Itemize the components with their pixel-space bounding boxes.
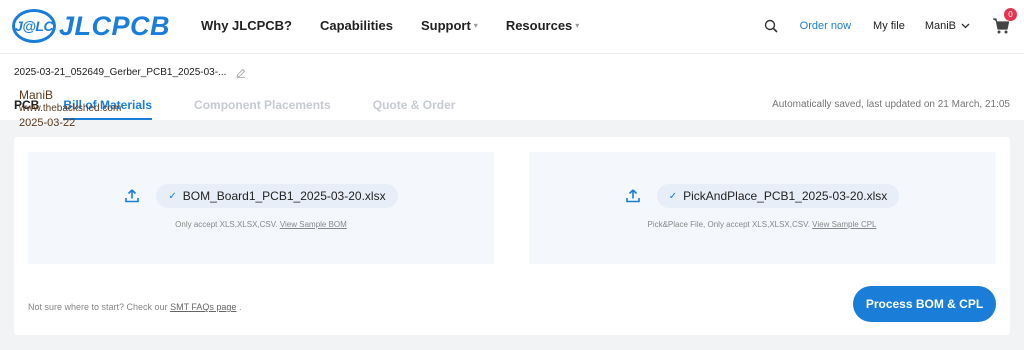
view-sample-bom-link[interactable]: View Sample BOM (280, 220, 347, 229)
nav-resources[interactable]: Resources ▾ (506, 18, 580, 33)
upload-icon[interactable] (625, 188, 641, 204)
tab-bill-of-materials[interactable]: Bill of Materials (63, 98, 153, 120)
file-header: 2025-03-21_052649_Gerber_PCB1_2025-03-..… (0, 54, 1024, 120)
bom-upload-hint: Only accept XLS,XLSX,CSV. View Sample BO… (28, 220, 494, 229)
cpl-upload-hint: Pick&Place File, Only accept XLS,XLSX,CS… (529, 220, 995, 229)
chevron-down-icon: ▾ (473, 21, 478, 30)
user-menu[interactable]: ManiB (925, 20, 970, 32)
bom-file-chip[interactable]: ✓ BOM_Board1_PCB1_2025-03-20.xlsx (156, 184, 398, 208)
nav-label: Capabilities (320, 18, 393, 33)
order-now-link[interactable]: Order now (800, 20, 851, 32)
cpl-upload-area[interactable]: ✓ PickAndPlace_PCB1_2025-03-20.xlsx Pick… (529, 152, 995, 264)
cpl-hint-text: Pick&Place File, Only accept XLS,XLSX,CS… (647, 220, 810, 229)
nav-label: Resources (505, 18, 573, 33)
my-file-link[interactable]: My file (873, 20, 905, 32)
search-icon[interactable] (764, 19, 778, 33)
nav-label: Support (420, 18, 471, 33)
smt-faqs-link[interactable]: SMT FAQs page (170, 302, 236, 312)
cpl-file-name: PickAndPlace_PCB1_2025-03-20.xlsx (683, 189, 888, 203)
chevron-down-icon (961, 23, 970, 29)
view-sample-cpl-link[interactable]: View Sample CPL (812, 220, 876, 229)
main-nav: Why JLCPCB? Capabilities Support ▾ Resou… (201, 18, 607, 33)
cart-count-badge: 0 (1004, 8, 1017, 21)
bom-upload-row: ✓ BOM_Board1_PCB1_2025-03-20.xlsx (28, 184, 494, 208)
nav-capabilities[interactable]: Capabilities (320, 18, 393, 33)
logo-mark: J@LC (12, 9, 56, 43)
jlcpcb-logo[interactable]: J@LC JLCPCB (12, 9, 170, 43)
cpl-file-chip[interactable]: ✓ PickAndPlace_PCB1_2025-03-20.xlsx (656, 184, 900, 208)
edit-pencil-icon[interactable] (236, 68, 246, 78)
autosave-status: Automatically saved, last updated on 21 … (772, 99, 1010, 110)
bom-file-name: BOM_Board1_PCB1_2025-03-20.xlsx (182, 189, 386, 203)
top-navigation: J@LC JLCPCB Why JLCPCB? Capabilities Sup… (0, 0, 1024, 54)
bom-card: ✓ BOM_Board1_PCB1_2025-03-20.xlsx Only a… (14, 137, 1010, 335)
step-tabs: PCB Bill of Materials Component Placemen… (14, 98, 497, 120)
chevron-down-icon: ▾ (575, 21, 580, 30)
cpl-upload-row: ✓ PickAndPlace_PCB1_2025-03-20.xlsx (529, 184, 995, 208)
help-note-text: Not sure where to start? Check our (28, 302, 168, 312)
check-icon: ✓ (668, 190, 678, 202)
nav-why-jlcpcb[interactable]: Why JLCPCB? (201, 18, 292, 33)
file-name-row: 2025-03-21_052649_Gerber_PCB1_2025-03-..… (14, 67, 246, 78)
tab-pcb[interactable]: PCB (14, 98, 39, 120)
file-name: 2025-03-21_052649_Gerber_PCB1_2025-03-..… (14, 67, 227, 78)
upload-icon[interactable] (124, 188, 140, 204)
bom-upload-area[interactable]: ✓ BOM_Board1_PCB1_2025-03-20.xlsx Only a… (28, 152, 494, 264)
tab-quote-order[interactable]: Quote & Order (373, 98, 456, 120)
nav-support[interactable]: Support ▾ (421, 18, 478, 33)
check-icon: ✓ (168, 190, 177, 202)
process-bom-cpl-button[interactable]: Process BOM & CPL (853, 286, 996, 322)
tab-component-placements[interactable]: Component Placements (194, 98, 331, 120)
logo-text: JLCPCB (59, 10, 171, 41)
bom-hint-text: Only accept XLS,XLSX,CSV. (175, 220, 278, 229)
nav-right: Order now My file ManiB 0 (764, 8, 1017, 38)
nav-label: Why JLCPCB? (201, 18, 292, 33)
cart-button[interactable]: 0 (992, 8, 1017, 35)
help-note-suffix: . (238, 302, 242, 312)
user-name: ManiB (924, 20, 956, 32)
help-note: Not sure where to start? Check our SMT F… (28, 302, 241, 312)
